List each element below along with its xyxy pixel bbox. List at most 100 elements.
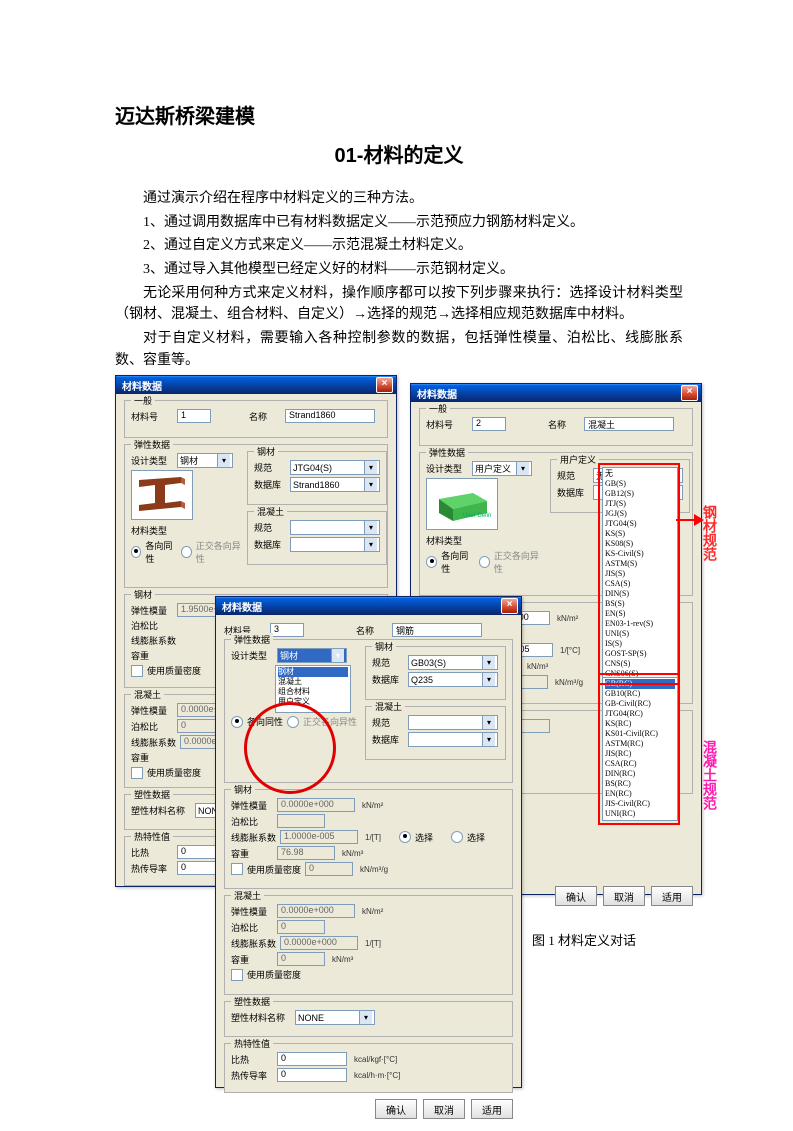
para-6: 对于自定义材料，需要输入各种控制参数的数据，包括弹性模量、泊松比、线膨胀系数、容…	[115, 328, 683, 371]
figure-caption: 图 1 材料定义对话	[532, 930, 642, 949]
group-conc-props: 混凝土	[231, 889, 264, 902]
lbl-ac: 线膨胀系数	[231, 937, 276, 950]
list-item[interactable]: GB(RC)	[605, 679, 675, 689]
ok-button[interactable]: 确认	[555, 886, 597, 906]
list-item[interactable]: CSA(S)	[605, 579, 675, 589]
list-item[interactable]: DIN(S)	[605, 589, 675, 599]
input-a: 1.0000e-005	[280, 830, 358, 844]
radio-isotropic[interactable]	[426, 556, 437, 568]
radio-orthotropic[interactable]	[479, 556, 490, 568]
lbl-heat: 比热	[231, 1053, 273, 1066]
list-item[interactable]: KS01-Civil(RC)	[605, 729, 675, 739]
select-design-type[interactable]: 钢材	[277, 648, 347, 663]
lbl-name: 名称	[356, 624, 388, 637]
radio-isotropic[interactable]	[231, 716, 243, 728]
list-item[interactable]: JTJ(S)	[605, 499, 675, 509]
select-db2[interactable]	[408, 732, 498, 747]
chk-mass[interactable]	[231, 863, 243, 875]
radio-mode-b[interactable]	[451, 831, 463, 843]
page-main-title: 迈达斯桥梁建模	[115, 100, 683, 129]
list-item[interactable]: EN(S)	[605, 609, 675, 619]
apply-button[interactable]: 适用	[651, 886, 693, 906]
list-item[interactable]: JIS(S)	[605, 569, 675, 579]
list-item[interactable]: UNI(RC)	[605, 809, 675, 819]
input-cond[interactable]: 0	[277, 1068, 347, 1082]
cancel-button[interactable]: 取消	[603, 886, 645, 906]
list-item[interactable]: CNS(S)	[605, 659, 675, 669]
close-icon[interactable]: ×	[681, 385, 698, 401]
list-item[interactable]: GB(S)	[605, 479, 675, 489]
select-db2[interactable]	[290, 537, 380, 552]
list-item[interactable]: DIN(RC)	[605, 769, 675, 779]
radio-orthotropic[interactable]	[287, 716, 299, 728]
radio-orthotropic[interactable]	[181, 546, 191, 558]
list-item[interactable]: 组合材料	[278, 687, 348, 697]
list-item[interactable]: GOST-SP(S)	[605, 649, 675, 659]
cancel-button[interactable]: 取消	[423, 1099, 465, 1119]
list-item[interactable]: KS(S)	[605, 529, 675, 539]
list-item[interactable]: ASTM(RC)	[605, 739, 675, 749]
select-std2[interactable]	[290, 520, 380, 535]
list-item[interactable]: UNI(S)	[605, 629, 675, 639]
list-item[interactable]: GB12(S)	[605, 489, 675, 499]
group-material-type: 材料类型	[131, 524, 167, 537]
group-userdef: 用户定义	[557, 453, 599, 466]
list-item[interactable]: 钢材	[278, 667, 348, 677]
ok-button[interactable]: 确认	[375, 1099, 417, 1119]
chk-mass2[interactable]	[231, 969, 243, 981]
lbl-heat: 比热	[131, 846, 173, 859]
apply-button[interactable]: 适用	[471, 1099, 513, 1119]
close-icon[interactable]: ×	[501, 598, 518, 614]
group-thermal: 热特性值	[131, 830, 173, 843]
list-item[interactable]: 混凝土	[278, 677, 348, 687]
chk-mass[interactable]	[131, 665, 143, 677]
list-item[interactable]: JGJ(S)	[605, 509, 675, 519]
list-item[interactable]: GB10(RC)	[605, 689, 675, 699]
chk-mass2[interactable]	[131, 767, 143, 779]
dropdown-std-list-concrete[interactable]: GB(RC)GB10(RC)GB-Civil(RC)JTG04(RC)KS(RC…	[602, 677, 678, 821]
list-item[interactable]: KS-Civil(S)	[605, 549, 675, 559]
input-material-id[interactable]: 1	[177, 409, 211, 423]
input-name[interactable]: 混凝土	[584, 417, 674, 431]
group-steel-props: 钢材	[131, 588, 155, 601]
dropdown-std-list-steel[interactable]: 无GB(S)GB12(S)JTJ(S)JGJ(S)JTG04(S)KS(S)KS…	[602, 467, 678, 681]
select-std2[interactable]	[408, 715, 498, 730]
select-db[interactable]: Strand1860	[290, 477, 380, 492]
input-name[interactable]: 钢筋	[392, 623, 482, 637]
list-item[interactable]: GB-Civil(RC)	[605, 699, 675, 709]
list-item[interactable]: 无	[605, 469, 675, 479]
list-item[interactable]: KS(RC)	[605, 719, 675, 729]
lbl-a: 线膨胀系数	[231, 831, 276, 844]
design-type-dropdown[interactable]: 钢材混凝土组合材料用户定义	[275, 665, 351, 713]
select-design-type[interactable]: 钢材	[177, 453, 233, 468]
select-std[interactable]: JTG04(S)	[290, 460, 380, 475]
list-item[interactable]: CSA(RC)	[605, 759, 675, 769]
select-design-type[interactable]: 用户定义	[472, 461, 532, 476]
select-plastic[interactable]: NONE	[295, 1010, 375, 1025]
radio-isotropic[interactable]	[131, 546, 141, 558]
list-item[interactable]: 用户定义	[278, 697, 348, 707]
list-item[interactable]: ASTM(S)	[605, 559, 675, 569]
select-std[interactable]: GB03(S)	[408, 655, 498, 670]
list-item[interactable]: EN(RC)	[605, 789, 675, 799]
select-db[interactable]: Q235	[408, 672, 498, 687]
list-item[interactable]: IS(S)	[605, 639, 675, 649]
group-elastic: 弹性数据	[131, 438, 173, 451]
lbl-plastic: 塑性材料名称	[131, 804, 191, 817]
list-item[interactable]: BS(S)	[605, 599, 675, 609]
list-item[interactable]: EN03-1-rev(S)	[605, 619, 675, 629]
input-material-id[interactable]: 2	[472, 417, 506, 431]
radio-mode-a[interactable]	[399, 831, 411, 843]
list-item[interactable]: BS(RC)	[605, 779, 675, 789]
list-item[interactable]: IS(RC)	[605, 819, 675, 821]
close-icon[interactable]: ×	[376, 377, 393, 393]
list-item[interactable]: JIS-Civil(RC)	[605, 799, 675, 809]
list-item[interactable]: JTG04(RC)	[605, 709, 675, 719]
list-item[interactable]: JIS(RC)	[605, 749, 675, 759]
input-heat[interactable]: 0	[277, 1052, 347, 1066]
list-item[interactable]: JTG04(S)	[605, 519, 675, 529]
list-item[interactable]: KS08(S)	[605, 539, 675, 549]
group-thermal: 热特性值	[231, 1037, 273, 1050]
input-material-id[interactable]: 3	[270, 623, 304, 637]
input-name[interactable]: Strand1860	[285, 409, 375, 423]
